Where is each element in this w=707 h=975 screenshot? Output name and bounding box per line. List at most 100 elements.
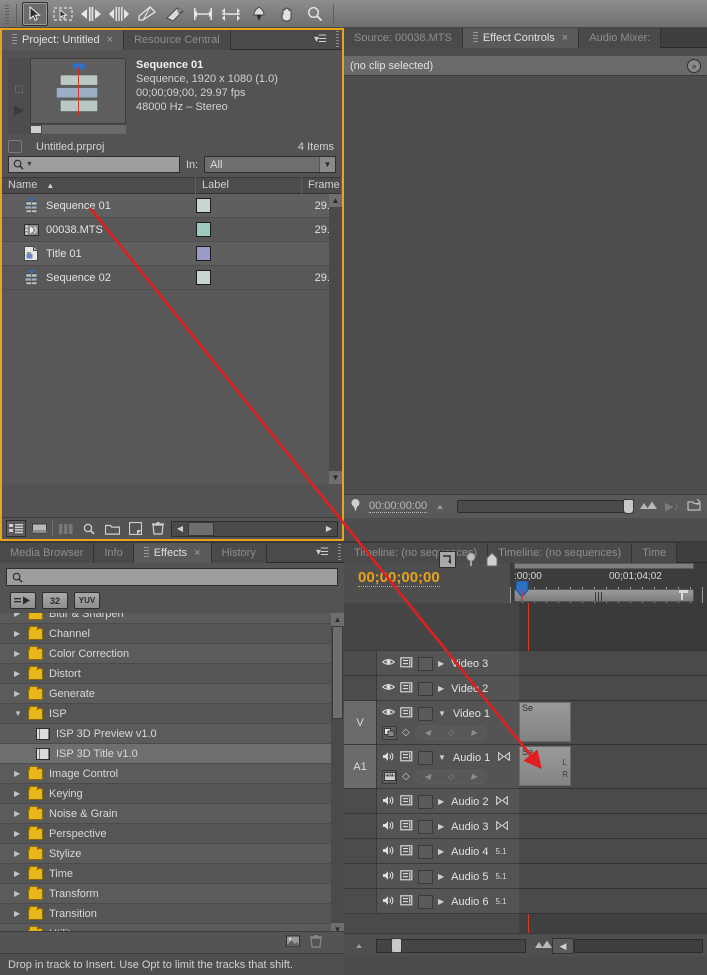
tab-audio-mixer[interactable]: Audio Mixer:: [579, 28, 662, 48]
track-target-badge[interactable]: [344, 676, 377, 700]
chevron-right-icon[interactable]: ▶: [14, 789, 28, 798]
tab-effects[interactable]: Effects ×: [133, 543, 212, 563]
chevron-down-icon[interactable]: ▼: [438, 753, 446, 762]
add-marker-icon[interactable]: [486, 551, 498, 570]
track-target-badge[interactable]: [344, 651, 377, 675]
timeline-view-scrollbar[interactable]: [514, 563, 694, 569]
project-item-row[interactable]: Sequence 01 29.9: [2, 194, 342, 218]
chevron-right-icon[interactable]: ▶: [14, 889, 28, 898]
timeline-track-headers[interactable]: ▶ Video 3 ▶ Video 2 V ▼ Video 1 ◇ ◀ ◇ ▶ A1 ▼ Audio 1 ◇…: [344, 603, 519, 933]
tab-grip-icon[interactable]: [143, 547, 149, 559]
label-color-swatch[interactable]: [196, 246, 211, 261]
label-color-swatch[interactable]: [196, 270, 211, 285]
zoom-in-icon[interactable]: [534, 940, 552, 952]
rolling-edit-tool[interactable]: [106, 2, 132, 26]
speaker-icon[interactable]: [382, 820, 395, 834]
export-frame-icon[interactable]: [687, 498, 701, 514]
tab-project-untitled[interactable]: Project: Untitled ×: [2, 30, 125, 50]
effects-folder-row[interactable]: ▶ Time: [0, 864, 344, 884]
label-color-swatch[interactable]: [196, 222, 211, 237]
timeline-ruler[interactable]: :00;00 00;01;04;02: [510, 563, 707, 603]
keyframe-diamond-icon[interactable]: ◇: [402, 727, 410, 738]
chevron-down-icon[interactable]: ▼: [14, 709, 28, 718]
timeline-clip[interactable]: Se▸ LR: [519, 746, 571, 786]
effect-controls-timecode[interactable]: 00:00:00:00: [369, 500, 428, 513]
track-lane-audio-4[interactable]: [519, 839, 707, 864]
timeline-zoom-bar[interactable]: [514, 589, 694, 602]
project-item-label[interactable]: [196, 270, 264, 285]
thumbnail-size-slider[interactable]: ◀ ▶: [171, 520, 338, 537]
column-header-frame-rate[interactable]: Frame R: [302, 177, 342, 208]
new-bin-icon[interactable]: [102, 520, 122, 537]
find-icon[interactable]: [79, 520, 99, 537]
keyframe-navigator[interactable]: ◀ ◇ ▶: [414, 725, 487, 740]
column-header-label[interactable]: Label: [196, 177, 302, 194]
slide-tool[interactable]: [218, 2, 244, 26]
32bit-color-icon[interactable]: 32: [42, 592, 68, 609]
show-waveform-icon[interactable]: [382, 769, 397, 784]
effects-folder-row[interactable]: ▶ Keying: [0, 784, 344, 804]
add-keyframe-icon[interactable]: ◇: [448, 772, 454, 781]
scroll-down-icon[interactable]: ▼: [329, 471, 342, 484]
effects-folder-row[interactable]: ▶ Perspective: [0, 824, 344, 844]
track-lane-video-3[interactable]: [519, 651, 707, 676]
chevron-right-icon[interactable]: ▶: [14, 809, 28, 818]
slider-knob[interactable]: [623, 499, 635, 514]
track-header-audio-2[interactable]: ▶ Audio 2: [344, 789, 519, 814]
effects-search-input[interactable]: [6, 568, 338, 586]
eye-icon[interactable]: [381, 657, 396, 670]
speaker-icon[interactable]: [382, 795, 395, 809]
play-icon[interactable]: ▶: [14, 102, 24, 118]
track-lane-audio-2[interactable]: [519, 789, 707, 814]
effects-folder-row[interactable]: ▶ Transform: [0, 884, 344, 904]
track-target-badge[interactable]: [344, 864, 377, 888]
zoom-out-icon[interactable]: [435, 501, 449, 513]
close-icon[interactable]: ×: [107, 34, 113, 46]
chevron-left-icon[interactable]: ◀: [172, 524, 188, 533]
sync-lock-toggle[interactable]: [418, 819, 433, 834]
new-item-icon[interactable]: [125, 520, 145, 537]
chevron-right-icon[interactable]: ▶: [438, 659, 444, 668]
panel-grip-icon[interactable]: [334, 30, 342, 49]
column-header-name[interactable]: Name ▲: [2, 177, 196, 194]
work-area-end-icon[interactable]: [678, 589, 690, 601]
close-icon[interactable]: ×: [562, 32, 568, 44]
project-item-list[interactable]: Sequence 01 29.9 00038.MTS 29.9 Title 01 Sequ…: [2, 194, 342, 484]
next-keyframe-icon[interactable]: ▶: [471, 772, 477, 781]
label-color-swatch[interactable]: [196, 198, 211, 213]
lock-icon[interactable]: [400, 750, 413, 765]
effects-search-field[interactable]: [27, 571, 332, 583]
tab-grip-icon[interactable]: [472, 32, 478, 44]
slider-knob[interactable]: [391, 937, 402, 953]
chevron-right-icon[interactable]: ▶: [438, 897, 444, 906]
scroll-up-icon[interactable]: ▲: [331, 613, 344, 626]
sync-lock-toggle[interactable]: [418, 844, 433, 859]
lock-icon[interactable]: [400, 844, 413, 859]
set-marker-icon[interactable]: [465, 552, 477, 570]
eye-icon[interactable]: [381, 682, 396, 695]
track-lane-video-1[interactable]: Se▸: [519, 701, 707, 745]
panel-grip-icon[interactable]: [336, 543, 344, 562]
add-keyframe-icon[interactable]: ◇: [448, 728, 454, 737]
chevron-right-icon[interactable]: ▶: [14, 869, 28, 878]
search-input[interactable]: ▼: [8, 156, 180, 173]
search-field[interactable]: [32, 158, 175, 171]
selection-tool[interactable]: [22, 1, 48, 26]
timeline-horizontal-scrollbar[interactable]: [574, 938, 703, 953]
preview-scrubber[interactable]: [30, 124, 126, 134]
project-item-label[interactable]: [196, 198, 264, 213]
rate-stretch-tool[interactable]: [134, 2, 160, 26]
chevron-double-right-icon[interactable]: »: [687, 58, 701, 73]
eye-icon[interactable]: [381, 707, 396, 720]
prev-keyframe-icon[interactable]: ◀: [424, 772, 430, 781]
tab-timeline-3[interactable]: Time: [632, 543, 678, 563]
project-item-row[interactable]: Sequence 02 29.9: [2, 266, 342, 290]
zoom-bar-grip[interactable]: [595, 592, 604, 601]
chevron-down-icon[interactable]: ▼: [319, 157, 335, 172]
effects-folder-row[interactable]: ▶ Noise & Grain: [0, 804, 344, 824]
clear-icon[interactable]: [148, 520, 168, 537]
lock-icon[interactable]: [400, 869, 413, 884]
lock-icon[interactable]: [400, 706, 413, 721]
effects-folder-row[interactable]: ▶ Transition: [0, 904, 344, 924]
effects-folder-row[interactable]: ▼ ISP: [0, 704, 344, 724]
